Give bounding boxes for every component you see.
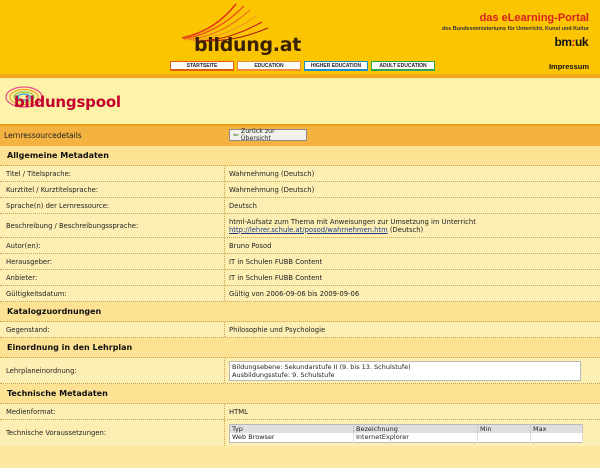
row-author: Autor(en): Bruno Posod (0, 238, 600, 254)
curriculum-box: Bildungsebene: Sekundarstufe II (9. bis … (229, 360, 581, 381)
cell-max (530, 433, 583, 442)
bildung-at-logo[interactable]: bildung.at (178, 2, 302, 60)
bildungspool-banner: bildungspool (0, 78, 600, 124)
value-language: Deutsch (229, 201, 257, 210)
logo-text: bildung.at (194, 34, 302, 56)
resource-link[interactable]: http://lehrer.schule.at/posod/wahrnehmen… (229, 226, 388, 234)
value-provider: IT in Schulen FUBB Content (229, 273, 323, 282)
description-text: html-Aufsatz zum Thema mit Anweisungen z… (229, 217, 476, 226)
requirements-table: Typ Bezeichnung Min Max Web Browser Inte… (229, 423, 583, 443)
row-provider: Anbieter: IT in Schulen FUBB Content (0, 270, 600, 286)
bildungspool-logo-text: bildungspool (14, 93, 121, 111)
value-tech-requirements: Typ Bezeichnung Min Max Web Browser Inte… (225, 420, 600, 446)
link-language: (Deutsch) (387, 225, 424, 234)
value-curriculum: Bildungsebene: Sekundarstufe II (9. bis … (225, 358, 600, 383)
row-media-format: Medienformat: HTML (0, 404, 600, 420)
col-name: Bezeichnung (353, 424, 478, 433)
resource-details: Allgemeine Metadaten Titel / Titelsprach… (0, 146, 600, 468)
nav-higher-education[interactable]: HIGHER EDUCATION (304, 61, 368, 71)
main-nav: STARTSEITE EDUCATION HIGHER EDUCATION AD… (170, 61, 435, 71)
label-short-title: Kurztitel / Kurztitelsprache: (0, 182, 225, 197)
arrow-left-icon: ⇐ (233, 131, 239, 139)
value-validity: Gültig von 2006-09-06 bis 2009-09-06 (229, 289, 360, 298)
value-title: Wahrnehmung (Deutsch) (229, 169, 315, 178)
cell-type: Web Browser (229, 433, 354, 442)
curriculum-level: Bildungsebene: Sekundarstufe II (9. bis … (232, 362, 411, 371)
label-title: Titel / Titelsprache: (0, 166, 225, 181)
portal-subtitle: des Bundesministeriums für Unterricht, K… (441, 26, 589, 32)
value-author: Bruno Posod (229, 241, 272, 250)
cell-name: InternetExplorer (353, 433, 478, 442)
row-language: Sprache(n) der Lernressource: Deutsch (0, 198, 600, 214)
label-curriculum: Lehrplaneinordnung: (0, 358, 225, 383)
back-to-overview-button[interactable]: ⇐ Zurück zur Übersicht (229, 128, 307, 142)
table-row: Web Browser InternetExplorer (229, 433, 583, 442)
row-title: Titel / Titelsprache: Wahrnehmung (Deuts… (0, 166, 600, 182)
col-min: Min (477, 424, 531, 433)
label-description: Beschreibung / Beschreibungssprache: (0, 214, 225, 237)
site-header: bildung.at das eLearning-Portal des Bund… (0, 0, 600, 74)
section-heading-general: Allgemeine Metadaten (0, 146, 600, 166)
row-short-title: Kurztitel / Kurztitelsprache: Wahrnehmun… (0, 182, 600, 198)
value-subject: Philosophie und Psychologie (229, 325, 326, 334)
ministry-logo[interactable]: bm:uk (554, 35, 588, 49)
row-description: Beschreibung / Beschreibungssprache: htm… (0, 214, 600, 238)
section-heading-technical: Technische Metadaten (0, 384, 600, 404)
back-button-label: Zurück zur Übersicht (240, 128, 275, 142)
label-validity: Gültigkeitsdatum: (0, 286, 225, 301)
portal-title: das eLearning-Portal (479, 12, 589, 24)
value-short-title: Wahrnehmung (Deutsch) (229, 185, 315, 194)
col-max: Max (530, 424, 583, 433)
value-publisher: IT in Schulen FUBB Content (229, 257, 323, 266)
section-heading-catalog: Katalogzuordnungen (0, 302, 600, 322)
impressum-link[interactable]: Impressum (549, 62, 589, 71)
nav-adult-education[interactable]: ADULT EDUCATION (371, 61, 435, 71)
section-heading-curriculum: Einordnung in den Lehrplan (0, 338, 600, 358)
curriculum-grade: Ausbildungsstufe: 9. Schulstufe (232, 370, 335, 379)
label-subject: Gegenstand: (0, 322, 225, 337)
page-title: Lernressourcedetails (4, 131, 82, 140)
value-media-format: HTML (229, 407, 248, 416)
table-header-row: Typ Bezeichnung Min Max (229, 424, 583, 433)
row-subject: Gegenstand: Philosophie und Psychologie (0, 322, 600, 338)
row-validity: Gültigkeitsdatum: Gültig von 2006-09-06 … (0, 286, 600, 302)
value-description: html-Aufsatz zum Thema mit Anweisungen z… (225, 214, 600, 237)
page-title-bar: Lernressourcedetails ⇐ Zurück zur Übersi… (0, 124, 600, 146)
label-tech-requirements: Technische Voraussetzungen: (0, 420, 225, 446)
row-tech-requirements: Technische Voraussetzungen: Typ Bezeichn… (0, 420, 600, 446)
row-publisher: Herausgeber: IT in Schulen FUBB Content (0, 254, 600, 270)
cell-min (477, 433, 531, 442)
nav-education[interactable]: EDUCATION (237, 61, 301, 71)
row-curriculum: Lehrplaneinordnung: Bildungsebene: Sekun… (0, 358, 600, 384)
label-publisher: Herausgeber: (0, 254, 225, 269)
label-provider: Anbieter: (0, 270, 225, 285)
label-language: Sprache(n) der Lernressource: (0, 198, 225, 213)
col-type: Typ (229, 424, 354, 433)
label-author: Autor(en): (0, 238, 225, 253)
label-media-format: Medienformat: (0, 404, 225, 419)
description-link-line: http://lehrer.schule.at/posod/wahrnehmen… (229, 226, 600, 234)
nav-startseite[interactable]: STARTSEITE (170, 61, 234, 71)
